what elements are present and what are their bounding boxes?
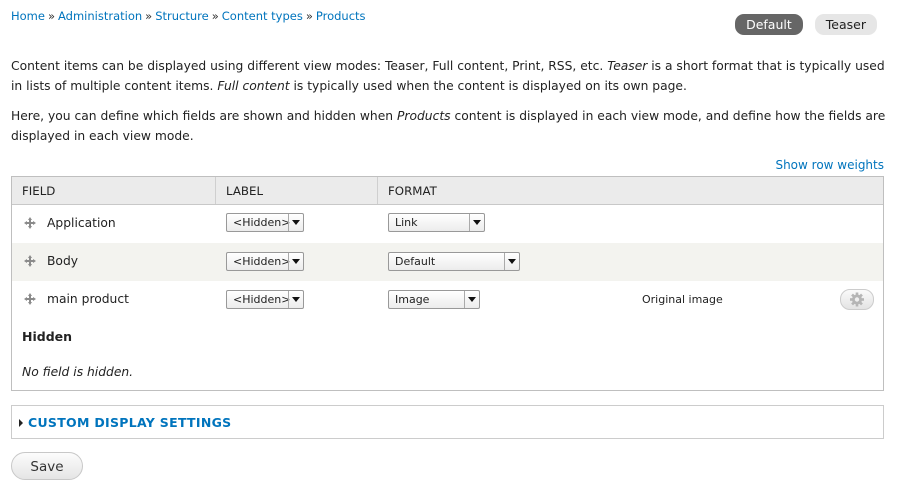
hidden-region-title: Hidden (22, 329, 73, 344)
help-emphasis-products: Products (396, 109, 451, 123)
breadcrumb: Home» Administration» Structure» Content ty… (11, 9, 366, 23)
select-value: <Hidden> (233, 293, 291, 306)
column-divider (377, 177, 378, 204)
show-row-weights-link[interactable]: Show row weights (775, 158, 884, 172)
breadcrumb-separator: » (211, 9, 219, 23)
format-select[interactable]: Link (388, 213, 485, 232)
move-arrows-icon[interactable] (24, 293, 36, 305)
custom-display-settings-fieldset[interactable]: CUSTOM DISPLAY SETTINGS (11, 405, 884, 439)
breadcrumb-structure[interactable]: Structure (155, 9, 209, 23)
hidden-region-empty-text: No field is hidden. (22, 365, 134, 379)
column-header-field: FIELD (22, 184, 56, 198)
chevron-down-icon (288, 253, 303, 270)
custom-display-settings-title[interactable]: CUSTOM DISPLAY SETTINGS (28, 415, 231, 430)
breadcrumb-products[interactable]: Products (316, 9, 366, 23)
chevron-down-icon (288, 214, 303, 231)
label-select[interactable]: <Hidden> (226, 213, 304, 232)
breadcrumb-separator: » (305, 9, 313, 23)
intro-text: is typically used when the content is di… (289, 79, 687, 93)
tab-default[interactable]: Default (735, 14, 803, 35)
label-select[interactable]: <Hidden> (226, 252, 304, 271)
breadcrumb-administration[interactable]: Administration (58, 9, 142, 23)
column-header-label: LABEL (226, 184, 264, 198)
label-select[interactable]: <Hidden> (226, 290, 304, 309)
save-button[interactable]: Save (11, 452, 83, 480)
select-value: Link (395, 216, 418, 229)
intro-emphasis-full-content: Full content (217, 79, 290, 93)
breadcrumb-content-types[interactable]: Content types (222, 9, 303, 23)
field-name: Application (47, 216, 116, 230)
move-arrows-icon[interactable] (24, 255, 36, 267)
select-value: <Hidden> (233, 216, 291, 229)
table-header: FIELD LABEL FORMAT (12, 177, 883, 205)
column-header-format: FORMAT (388, 184, 437, 198)
format-settings-button[interactable] (840, 289, 874, 310)
intro-emphasis-teaser: Teaser (607, 59, 648, 73)
chevron-down-icon (469, 214, 484, 231)
select-value: Image (395, 293, 430, 306)
select-value: <Hidden> (233, 255, 291, 268)
table-row: main product <Hidden> Image Original ima… (12, 281, 883, 319)
field-name: Body (47, 254, 79, 268)
intro-text: Content items can be displayed using dif… (11, 59, 608, 73)
format-select[interactable]: Default (388, 252, 520, 271)
breadcrumb-home[interactable]: Home (11, 9, 45, 23)
gear-icon (850, 292, 864, 307)
breadcrumb-separator: » (47, 9, 56, 23)
move-arrows-icon[interactable] (24, 217, 36, 229)
help-paragraph: Here, you can define which fields are sh… (11, 106, 887, 146)
breadcrumb-separator: » (145, 9, 153, 23)
tab-teaser[interactable]: Teaser (814, 14, 877, 35)
select-value: Default (395, 255, 436, 268)
table-row: Application <Hidden> Link (12, 205, 883, 243)
intro-paragraph: Content items can be displayed using dif… (11, 56, 887, 96)
field-name: main product (47, 292, 129, 306)
format-select[interactable]: Image (388, 290, 480, 309)
table-row: Body <Hidden> Default (12, 243, 883, 281)
chevron-down-icon (464, 291, 479, 308)
triangle-right-icon (19, 419, 23, 427)
field-display-table: FIELD LABEL FORMAT Application <Hidden> … (11, 176, 884, 391)
chevron-down-icon (288, 291, 303, 308)
column-divider (215, 177, 216, 204)
view-mode-tabs: Default Teaser (735, 14, 877, 35)
help-text: Here, you can define which fields are sh… (11, 109, 397, 123)
chevron-down-icon (504, 253, 519, 270)
format-summary: Original image (642, 293, 723, 306)
